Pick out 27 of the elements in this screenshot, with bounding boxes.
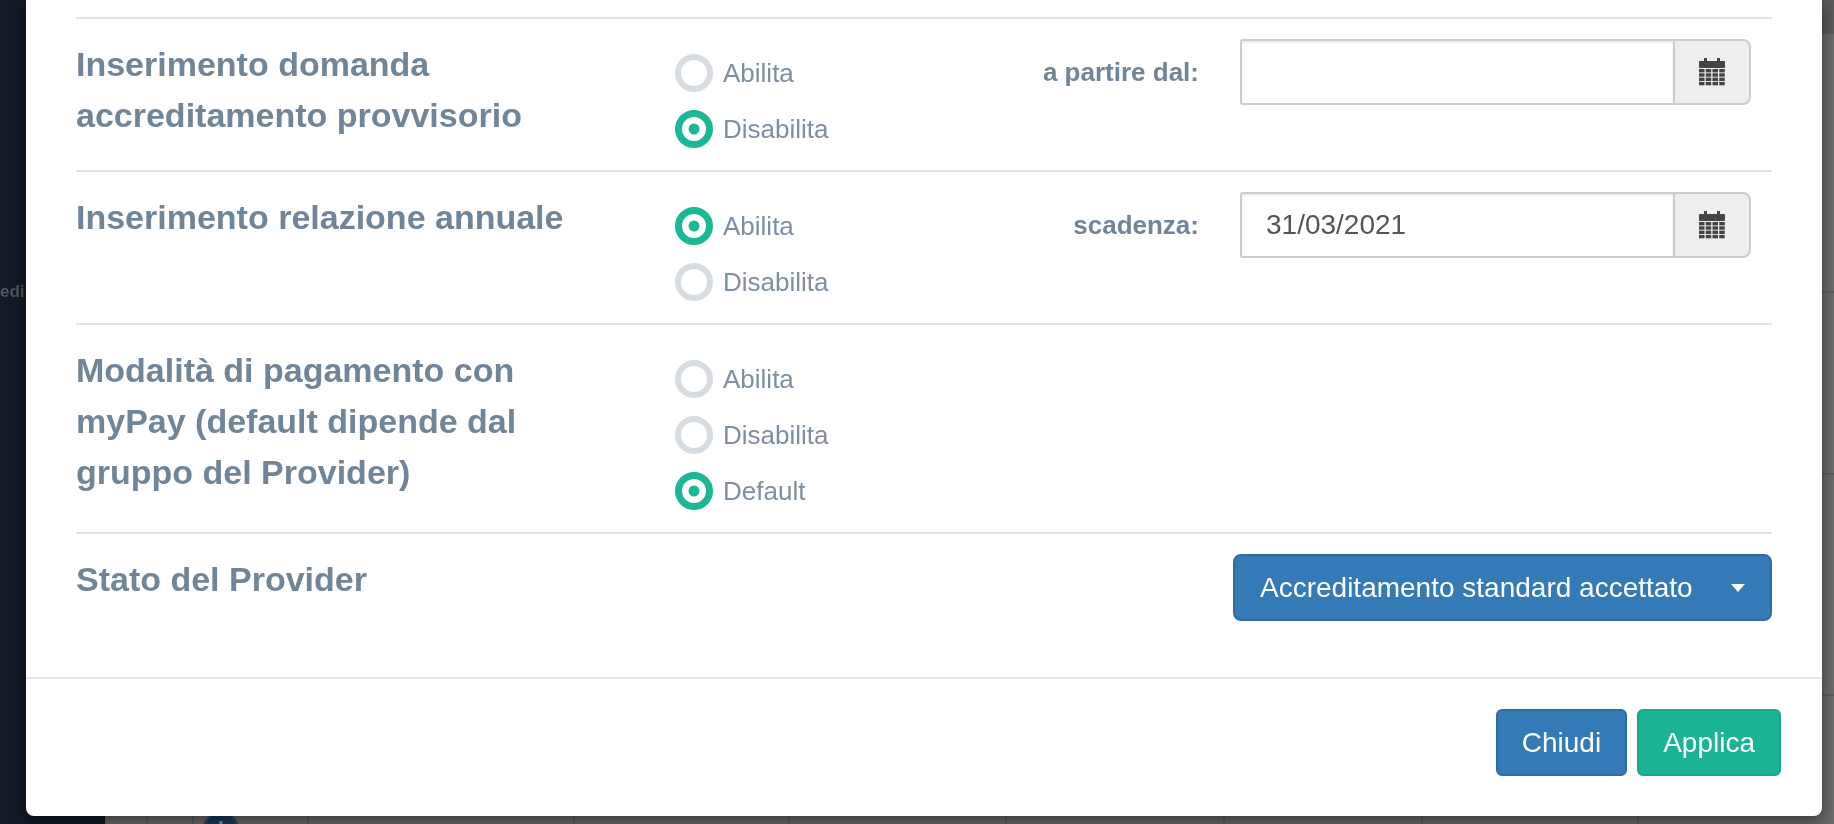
setting-label: Inserimento domanda accreditamento provvisorio — [76, 44, 523, 136]
sidebar-label[interactable]: edi — [0, 278, 25, 306]
radio-option[interactable]: Abilita — [675, 351, 794, 407]
calendar-button[interactable] — [1673, 39, 1751, 105]
close-button[interactable]: Chiudi — [1495, 709, 1628, 776]
apply-button[interactable]: Applica — [1637, 709, 1781, 776]
radio-option[interactable]: Default — [675, 463, 806, 519]
date-input[interactable]: 31/03/2021 — [1240, 192, 1673, 258]
radio-option[interactable]: Abilita — [675, 45, 794, 101]
calendar-icon — [1699, 211, 1725, 239]
calendar-icon — [1699, 58, 1725, 86]
radio-option[interactable]: Abilita — [675, 198, 794, 254]
radio-option[interactable]: Disabilita — [675, 407, 829, 463]
field-label: a partire dal: — [1042, 56, 1199, 89]
calendar-button[interactable] — [1673, 192, 1751, 258]
radio-button-icon[interactable] — [675, 472, 713, 510]
radio-option[interactable]: Disabilita — [675, 254, 829, 310]
radio-button-icon[interactable] — [675, 207, 713, 245]
setting-label: Modalità di pagamento con myPay (default dipende dal gruppo del Provider) — [76, 350, 518, 493]
radio-button-icon[interactable] — [675, 110, 713, 148]
setting-label: Inserimento relazione annuale — [76, 197, 565, 238]
setting-label: Stato del Provider — [76, 559, 368, 600]
status-dropdown[interactable]: Accreditamento standard accettato — [1233, 554, 1772, 621]
caret-icon — [1731, 583, 1745, 592]
radio-option[interactable]: Disabilita — [675, 101, 829, 157]
field-label: scadenza: — [1073, 209, 1199, 242]
date-input[interactable] — [1240, 39, 1673, 105]
